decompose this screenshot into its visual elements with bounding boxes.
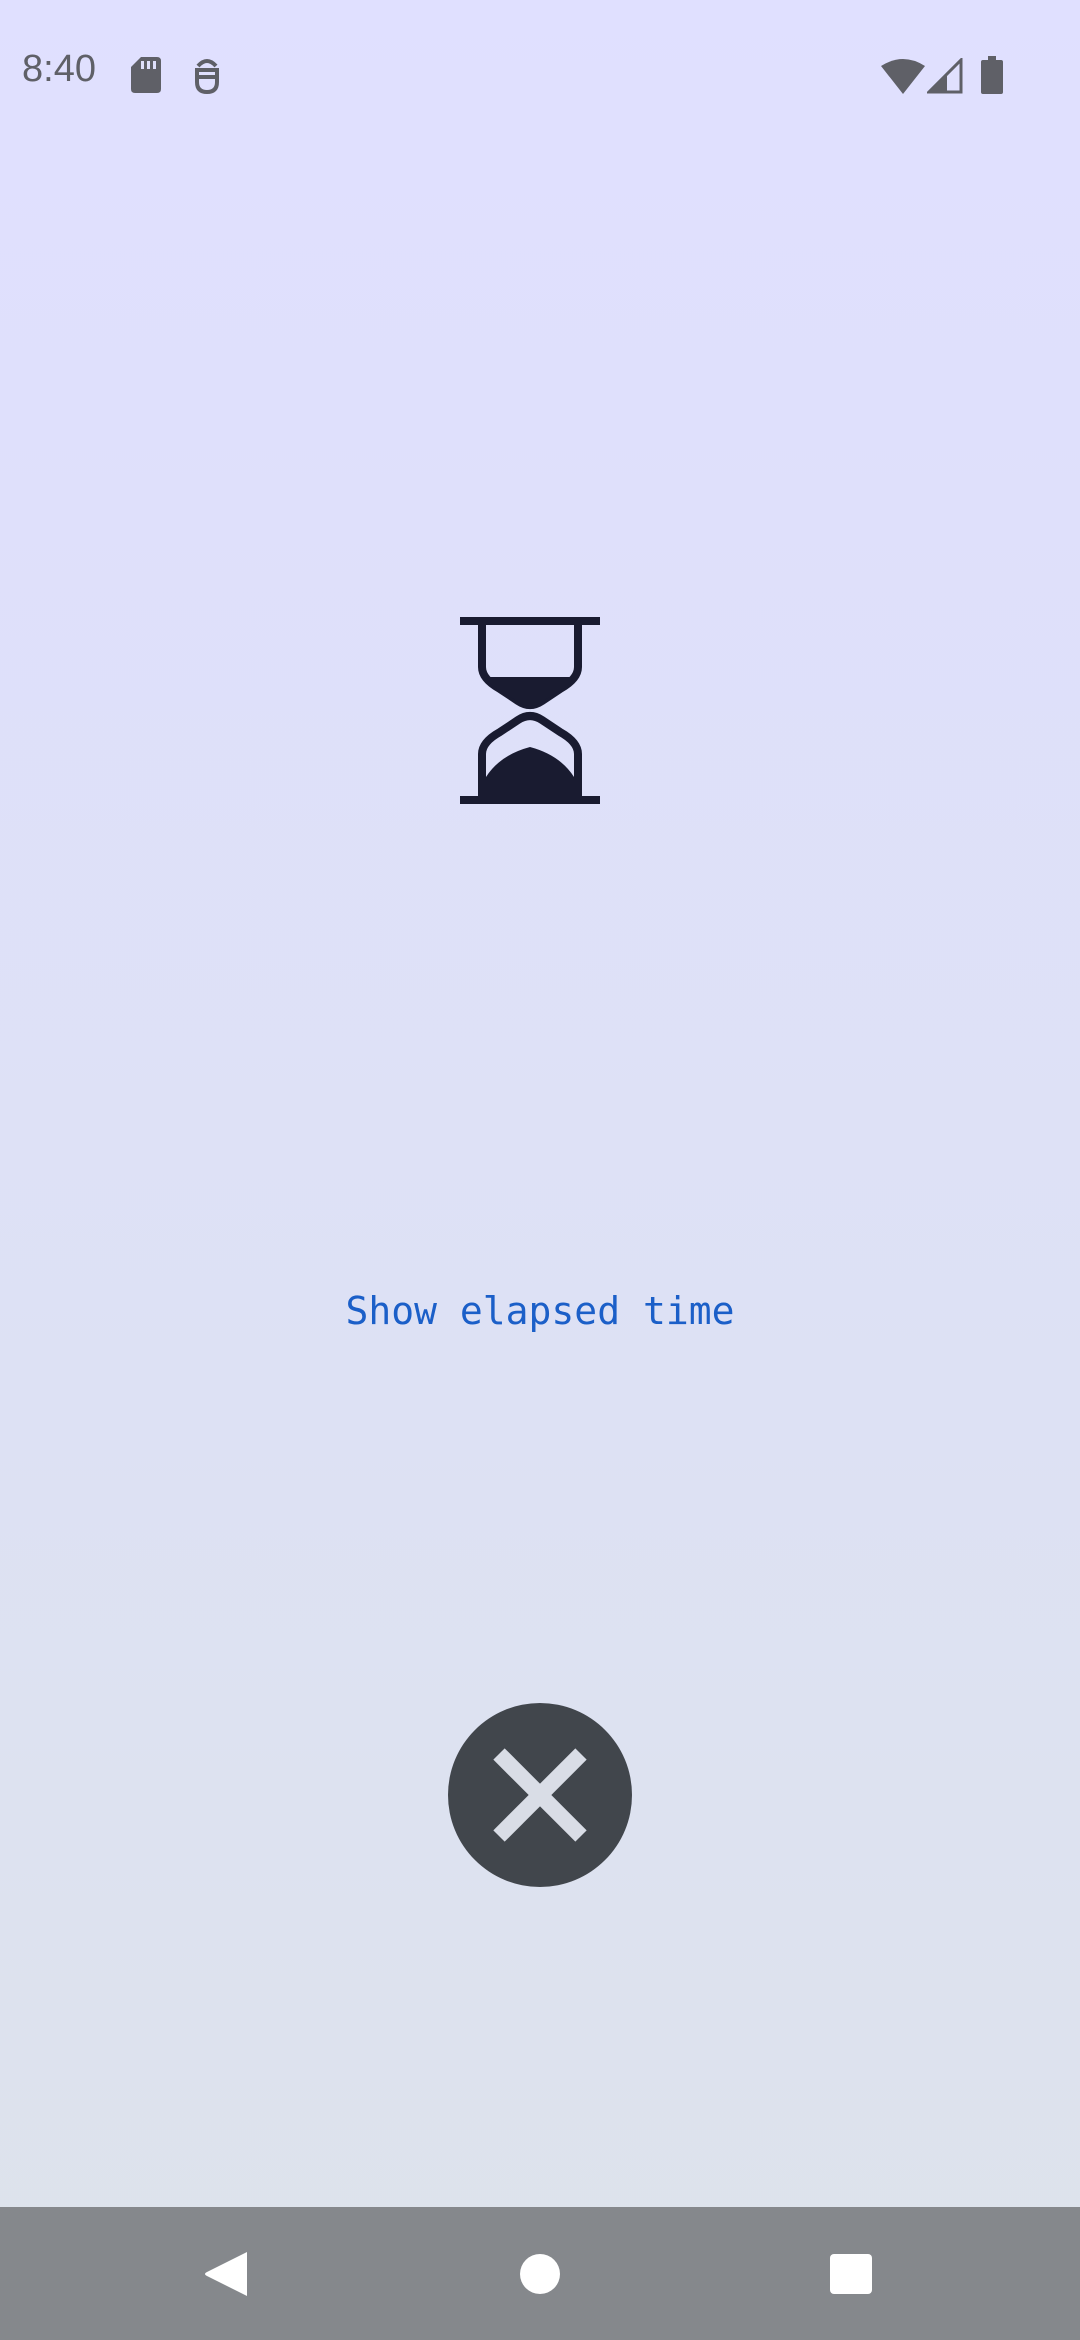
navigation-bar	[0, 2207, 1080, 2340]
hourglass-icon	[460, 617, 600, 804]
battery-icon	[981, 56, 1003, 94]
home-icon[interactable]	[519, 2253, 561, 2295]
status-bar: 8:40	[0, 0, 1080, 150]
close-icon	[493, 1748, 587, 1842]
recents-icon[interactable]	[830, 2254, 872, 2294]
bug-icon	[195, 59, 219, 94]
close-button[interactable]	[448, 1703, 632, 1887]
back-icon[interactable]	[203, 2250, 249, 2298]
show-elapsed-time-link[interactable]: Show elapsed time	[0, 1292, 1080, 1330]
status-time: 8:40	[22, 48, 96, 90]
wifi-icon	[881, 59, 925, 94]
signal-icon	[927, 58, 963, 94]
sd-card-icon	[131, 57, 161, 93]
